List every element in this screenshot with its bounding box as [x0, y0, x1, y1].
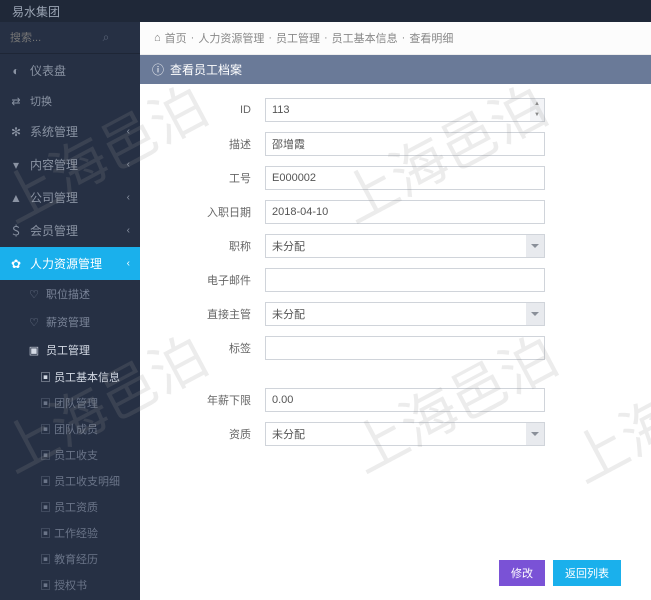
- sidebar-item-label: 内容管理: [30, 156, 78, 173]
- label-title: 职称: [160, 238, 265, 254]
- chevron-left-icon: ‹: [127, 126, 130, 137]
- select-title[interactable]: 未分配: [265, 234, 545, 258]
- sidebar-item-label: 薪资管理: [46, 314, 90, 330]
- company-icon: ▲: [10, 191, 22, 205]
- input-tags[interactable]: [265, 336, 545, 360]
- spinner-up-icon[interactable]: ▲: [530, 99, 544, 110]
- back-button[interactable]: 返回列表: [553, 560, 621, 586]
- chevron-left-icon: ‹: [127, 192, 130, 203]
- sidebar-leaf-income[interactable]: ▣ 员工收支: [0, 442, 140, 468]
- button-bar: 修改 返回列表: [140, 550, 651, 600]
- breadcrumb-item[interactable]: 员工基本信息: [332, 30, 398, 46]
- label-email: 电子邮件: [160, 272, 265, 288]
- label-tags: 标签: [160, 340, 265, 356]
- sidebar-leaf-members[interactable]: ▣ 团队成员: [0, 416, 140, 442]
- sidebar-item-label: 职位描述: [46, 286, 90, 302]
- label-id: ID: [160, 104, 265, 116]
- input-empno[interactable]: E000002: [265, 166, 545, 190]
- top-header: 易水集团: [0, 0, 651, 22]
- sidebar-sub-employee[interactable]: ▣ 员工管理: [0, 336, 140, 364]
- sidebar-leaf-workexp[interactable]: ▣ 工作经验: [0, 520, 140, 546]
- sidebar-item-label: 会员管理: [30, 222, 78, 239]
- sidebar-leaf-auth[interactable]: ▣ 授权书: [0, 572, 140, 598]
- sidebar-item-label: 仪表盘: [30, 62, 66, 79]
- sidebar-item-dashboard[interactable]: ◐ 仪表盘: [0, 53, 140, 87]
- breadcrumb: ⌂ 首页 · 人力资源管理 · 员工管理 · 员工基本信息 · 查看明细: [140, 22, 651, 55]
- chevron-down-icon: [531, 432, 539, 436]
- info-icon: ⓘ: [152, 61, 164, 78]
- main-area: ⌂ 首页 · 人力资源管理 · 员工管理 · 员工基本信息 · 查看明细 ⓘ 查…: [140, 22, 651, 600]
- input-email[interactable]: [265, 268, 545, 292]
- sidebar-leaf-edu[interactable]: ▣ 教育经历: [0, 546, 140, 572]
- sidebar-item-label: 系统管理: [30, 123, 78, 140]
- sidebar-item-company[interactable]: ▲ 公司管理 ‹: [0, 181, 140, 214]
- sidebar-leaf-income-detail[interactable]: ▣ 员工收支明细: [0, 468, 140, 494]
- input-desc[interactable]: 邵增霞: [265, 132, 545, 156]
- sidebar-leaf-team[interactable]: ▣ 团队管理: [0, 390, 140, 416]
- label-empno: 工号: [160, 170, 265, 186]
- input-id[interactable]: 113 ▲▼: [265, 98, 545, 122]
- sidebar-item-switch[interactable]: ⇄ 切换: [0, 87, 140, 115]
- breadcrumb-item: 查看明细: [409, 30, 453, 46]
- sidebar-sub-position[interactable]: ♡ 职位描述: [0, 280, 140, 308]
- breadcrumb-item[interactable]: 首页: [165, 30, 187, 46]
- sidebar-item-label: 员工管理: [46, 342, 90, 358]
- heart-icon: ♡: [28, 288, 40, 301]
- sidebar-item-label: 人力资源管理: [30, 255, 102, 272]
- employee-form: ID 113 ▲▼ 描述 邵增霞 工号 E000002 入职日期 2018-04…: [140, 84, 651, 550]
- panel-header: ⓘ 查看员工档案: [140, 55, 651, 84]
- search-icon: ⌕: [100, 30, 112, 45]
- sidebar-search[interactable]: ⌕: [0, 22, 140, 53]
- label-salarymin: 年薪下限: [160, 392, 265, 408]
- dashboard-icon: ◐: [10, 64, 22, 78]
- select-qual[interactable]: 未分配: [265, 422, 545, 446]
- sidebar-sub-salary[interactable]: ♡ 薪资管理: [0, 308, 140, 336]
- panel-title: 查看员工档案: [170, 61, 242, 78]
- member-icon: ＄: [10, 222, 22, 239]
- sidebar-item-hr[interactable]: ✿ 人力资源管理 ‹: [0, 247, 140, 280]
- home-icon: ⌂: [154, 32, 161, 44]
- chevron-down-icon: [531, 312, 539, 316]
- sidebar-item-content[interactable]: ▾ 内容管理 ‹: [0, 148, 140, 181]
- user-icon: ▣: [28, 344, 40, 357]
- sidebar-item-member[interactable]: ＄ 会员管理 ‹: [0, 214, 140, 247]
- sidebar-item-label: 公司管理: [30, 189, 78, 206]
- chevron-left-icon: ‹: [127, 258, 130, 269]
- label-manager: 直接主管: [160, 306, 265, 322]
- sidebar: ⌕ ◐ 仪表盘 ⇄ 切换 ✻ 系统管理 ‹ ▾ 内容管理 ‹ ▲ 公司管理 ‹ …: [0, 22, 140, 600]
- label-desc: 描述: [160, 136, 265, 152]
- brand-title: 易水集团: [12, 5, 60, 19]
- label-qual: 资质: [160, 426, 265, 442]
- sidebar-leaf-basic[interactable]: ▣ 员工基本信息: [0, 364, 140, 390]
- spinner-down-icon[interactable]: ▼: [530, 110, 544, 121]
- chevron-left-icon: ‹: [127, 159, 130, 170]
- gear-icon: ✻: [10, 125, 22, 139]
- heart-icon: ♡: [28, 316, 40, 329]
- search-input[interactable]: [10, 32, 100, 44]
- download-icon: ▾: [10, 158, 22, 172]
- sidebar-item-system[interactable]: ✻ 系统管理 ‹: [0, 115, 140, 148]
- breadcrumb-item[interactable]: 人力资源管理: [198, 30, 264, 46]
- sidebar-leaf-qual[interactable]: ▣ 员工资质: [0, 494, 140, 520]
- input-hiredate[interactable]: 2018-04-10: [265, 200, 545, 224]
- sidebar-item-label: 切换: [30, 93, 52, 109]
- label-hiredate: 入职日期: [160, 204, 265, 220]
- switch-icon: ⇄: [10, 95, 22, 108]
- input-salarymin[interactable]: 0.00: [265, 388, 545, 412]
- chevron-down-icon: [531, 244, 539, 248]
- edit-button[interactable]: 修改: [499, 560, 545, 586]
- hr-icon: ✿: [10, 257, 22, 271]
- breadcrumb-item[interactable]: 员工管理: [276, 30, 320, 46]
- chevron-left-icon: ‹: [127, 225, 130, 236]
- select-manager[interactable]: 未分配: [265, 302, 545, 326]
